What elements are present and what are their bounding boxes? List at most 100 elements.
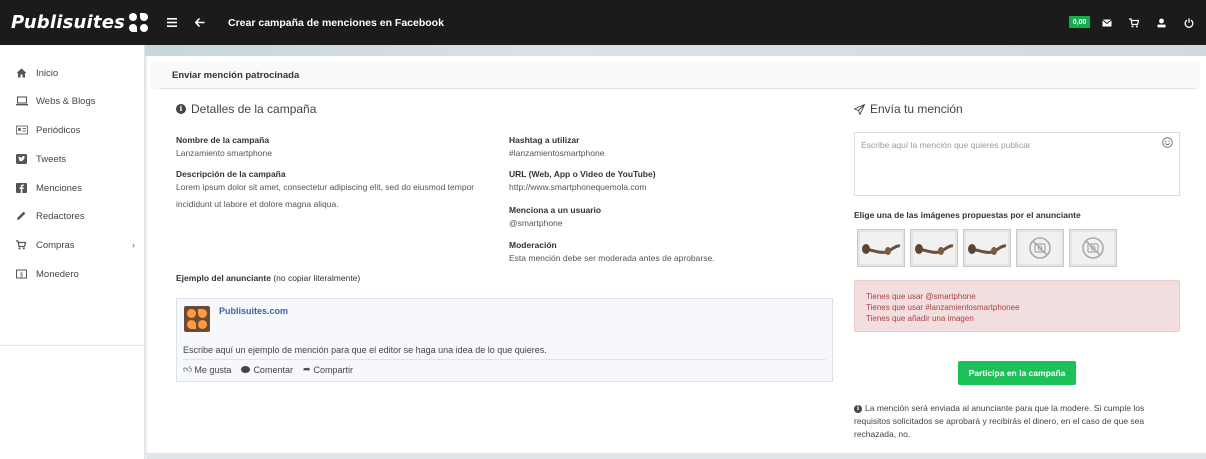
image-option-3[interactable] (963, 229, 1011, 267)
pencil-icon (16, 211, 28, 221)
moderation-label: Moderación (509, 240, 557, 250)
headphones-image (966, 232, 1008, 264)
panel-bottom-strip (147, 453, 1206, 459)
post-divider (183, 359, 826, 360)
hashtag-label: Hashtag a utilizar (509, 135, 580, 145)
share-action[interactable]: ➦ Compartir (303, 364, 353, 375)
svg-text:$: $ (20, 271, 24, 278)
page-title: Crear campaña de menciones en Facebook (228, 16, 444, 29)
mention-label: Menciona a un usuario (509, 205, 602, 215)
share-icon: ➦ (302, 364, 311, 374)
alert-line: Tienes que añadir una imagen (866, 314, 974, 323)
sidebar-item-label: Webs & Blogs (36, 95, 96, 107)
sidebar-item-menciones[interactable]: Menciones (16, 180, 141, 196)
newspaper-icon (16, 125, 28, 135)
top-bar: Publisuites Crear campaña de menciones e… (0, 0, 1206, 45)
send-title-text: Envía tu mención (870, 102, 963, 116)
back-arrow-icon[interactable] (193, 0, 207, 45)
url-value: http://www.smartphonequemola.com (509, 182, 647, 192)
page-avatar (184, 306, 210, 332)
share-label: Compartir (313, 364, 354, 375)
note-line2: requisitos solicitados se aprobará y rec… (854, 416, 1145, 426)
sidebar: Inicio Webs & Blogs Periódicos Tweets Me… (0, 45, 145, 459)
headphones-image (860, 232, 902, 264)
sidebar-item-label: Redactores (36, 210, 85, 222)
laptop-icon (16, 96, 28, 106)
twitter-icon (16, 154, 28, 164)
validation-alert: Tienes que usar @smartphone Tienes que u… (854, 280, 1180, 332)
emoji-icon[interactable] (1162, 137, 1173, 151)
campaign-name-value: Lanzamiento smartphone (176, 148, 272, 158)
thumbs-up-icon: 👍︎ (183, 364, 193, 374)
cart-icon (16, 240, 28, 250)
note-line1: La mención será enviada al anunciante pa… (865, 403, 1145, 413)
sidebar-item-label: Compras (36, 239, 75, 251)
like-label: Me gusta (194, 364, 232, 375)
info-icon: i (176, 104, 186, 114)
send-title: Envía tu mención (854, 102, 963, 116)
sidebar-item-label: Periódicos (36, 124, 81, 136)
note-line3: rechazada, no. (854, 429, 911, 439)
image-option-1[interactable] (857, 229, 905, 267)
image-option-4[interactable] (1016, 229, 1064, 267)
sidebar-item-label: Monedero (36, 268, 79, 280)
image-option-5[interactable] (1069, 229, 1117, 267)
post-text: Escribe aquí un ejemplo de mención para … (183, 345, 547, 355)
example-note: (no copiar literalmente) (273, 273, 361, 283)
moderation-value: Esta mención debe ser moderada antes de … (509, 253, 715, 263)
example-heading: Ejemplo del anunciante (no copiar litera… (176, 273, 360, 283)
header-band (145, 45, 1206, 56)
like-action[interactable]: 👍︎ Me gusta (183, 364, 231, 375)
sidebar-item-redactores[interactable]: Redactores (16, 208, 141, 224)
power-icon[interactable] (1182, 0, 1196, 45)
sidebar-item-tweets[interactable]: Tweets (16, 151, 141, 167)
menu-icon[interactable] (165, 0, 179, 45)
post-actions: 👍︎ Me gusta Comentar ➦ Compartir (183, 364, 353, 375)
description-value-line1: Lorem ipsum dolor sit amet, consectetur … (176, 182, 475, 192)
comment-action[interactable]: Comentar (241, 364, 293, 375)
description-value-line2: incididunt ut labore et dolore magna ali… (176, 199, 339, 209)
comment-icon (241, 366, 251, 373)
chevron-right-icon: › (132, 240, 135, 250)
facebook-icon (16, 183, 28, 193)
no-image-icon (1072, 232, 1114, 264)
description-label: Descripción de la campaña (176, 169, 286, 179)
logo-text: Publisuites (11, 12, 126, 33)
no-image-icon (1019, 232, 1061, 264)
logo-mark-icon (129, 12, 149, 33)
sidebar-item-compras[interactable]: Compras › (16, 237, 141, 253)
sidebar-item-label: Inicio (36, 67, 59, 79)
logo[interactable]: Publisuites (0, 0, 149, 45)
page-name-link[interactable]: Publisuites.com (219, 306, 288, 316)
wallet-icon: $ (16, 269, 28, 279)
hashtag-value: #lanzamientosmartphone (509, 148, 605, 158)
balance-badge[interactable]: 0,00 (1069, 16, 1090, 28)
image-option-2[interactable] (910, 229, 958, 267)
url-label: URL (Web, App o Video de YouTube) (509, 169, 656, 179)
user-icon[interactable] (1154, 0, 1168, 45)
panel-heading: Enviar mención patrocinada (159, 63, 1196, 89)
sidebar-item-label: Menciones (36, 182, 82, 194)
info-icon: i (854, 404, 862, 413)
participate-button[interactable]: Participa en la campaña (958, 361, 1076, 385)
mention-value: @smartphone (509, 218, 563, 228)
comment-label: Comentar (253, 364, 293, 375)
sidebar-item-label: Tweets (36, 153, 67, 165)
paper-plane-icon (854, 103, 865, 115)
headphones-image (913, 232, 955, 264)
details-title: i Detalles de la campaña (176, 102, 316, 116)
campaign-name-label: Nombre de la campaña (176, 135, 270, 145)
sidebar-item-periodicos[interactable]: Periódicos (16, 122, 141, 138)
mention-placeholder: Escribe aquí la mención que quieres publ… (861, 140, 1031, 150)
images-label: Elige una de las imágenes propuestas por… (854, 210, 1081, 220)
sidebar-divider (0, 345, 145, 346)
sidebar-item-monedero[interactable]: $ Monedero (16, 266, 141, 282)
submission-note: i La mención será enviada al anunciante p… (854, 402, 1194, 441)
details-title-text: Detalles de la campaña (191, 102, 317, 116)
sidebar-item-inicio[interactable]: Inicio (16, 65, 141, 81)
sidebar-item-webs-blogs[interactable]: Webs & Blogs (16, 93, 141, 109)
alert-line: Tienes que usar @smartphone (866, 292, 976, 301)
mention-textarea[interactable]: Escribe aquí la mención que quieres publ… (854, 132, 1180, 196)
mail-icon[interactable] (1100, 0, 1114, 45)
cart-icon[interactable] (1127, 0, 1141, 45)
